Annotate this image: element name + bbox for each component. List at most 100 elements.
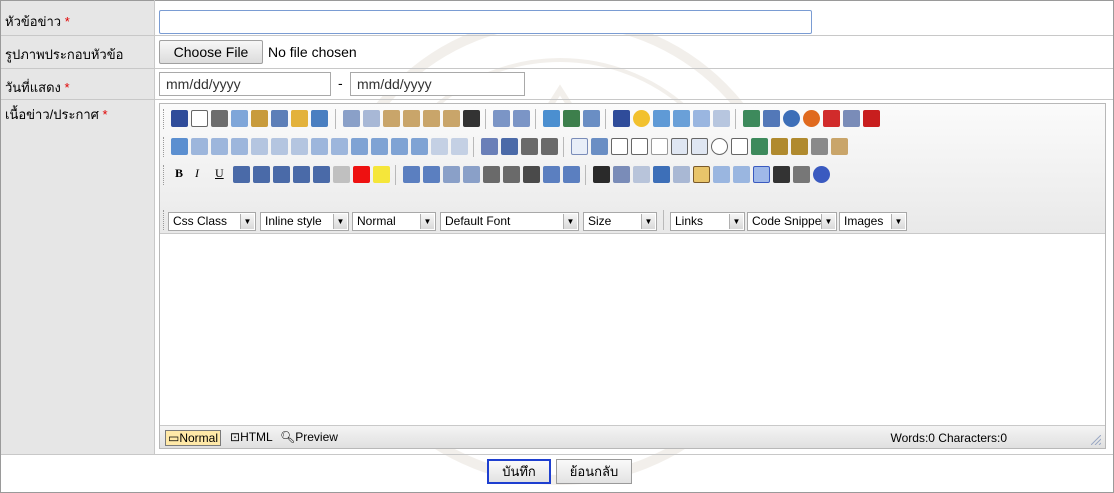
paste-html-icon[interactable]: [443, 110, 460, 127]
insert-table-icon[interactable]: [673, 110, 690, 127]
mode-normal-tab[interactable]: ▭Normal: [165, 430, 222, 446]
bring-forward-icon[interactable]: [713, 166, 730, 183]
start-date-input[interactable]: mm/dd/yyyy: [159, 72, 331, 96]
delete-icon[interactable]: [463, 110, 480, 127]
insert-flash-icon[interactable]: [783, 110, 800, 127]
paragraph-format-icon[interactable]: [501, 138, 518, 155]
ordered-list-icon[interactable]: [403, 166, 420, 183]
hand-cursor-icon[interactable]: [673, 166, 690, 183]
insert-column-right-icon[interactable]: [271, 138, 288, 155]
code-snippet-dropdown[interactable]: Code Snippet ▼: [747, 212, 837, 231]
replace-icon[interactable]: [271, 110, 288, 127]
eraser-icon[interactable]: [333, 166, 350, 183]
insert-row-above-icon[interactable]: [191, 138, 208, 155]
title-input[interactable]: [159, 10, 812, 34]
edit-tag-icon[interactable]: [791, 138, 808, 155]
listbox-icon[interactable]: [691, 138, 708, 155]
insert-document-icon[interactable]: [843, 110, 860, 127]
bold-button[interactable]: B: [175, 166, 183, 181]
insert-cell-icon[interactable]: [311, 138, 328, 155]
css-class-dropdown[interactable]: Css Class ▼: [168, 212, 256, 231]
bullet-list-icon[interactable]: [423, 166, 440, 183]
anchor-icon[interactable]: [653, 166, 670, 183]
horizontal-line-icon[interactable]: [593, 166, 610, 183]
lowercase-icon[interactable]: [563, 166, 580, 183]
insert-column-left-icon[interactable]: [251, 138, 268, 155]
hidden-field-icon[interactable]: [651, 138, 668, 155]
align-center-icon[interactable]: [253, 166, 270, 183]
insert-link-icon[interactable]: [613, 166, 630, 183]
resize-grip-icon[interactable]: [1091, 435, 1101, 445]
merge-right-icon[interactable]: [351, 138, 368, 155]
copy-icon[interactable]: [363, 110, 380, 127]
template-icon[interactable]: [653, 110, 670, 127]
paragraph-icon[interactable]: [543, 110, 560, 127]
back-button[interactable]: ย้อนกลับ: [556, 459, 632, 484]
editor-content-area[interactable]: [160, 235, 1105, 425]
save-icon[interactable]: [171, 110, 188, 127]
find-icon[interactable]: [251, 110, 268, 127]
insert-media-icon[interactable]: [803, 110, 820, 127]
text-field-icon[interactable]: [611, 138, 628, 155]
undo-icon[interactable]: [493, 110, 510, 127]
select-all-icon[interactable]: [773, 166, 790, 183]
italic-button[interactable]: I: [195, 166, 199, 181]
image-button-icon[interactable]: [751, 138, 768, 155]
delete-cell-icon[interactable]: [331, 138, 348, 155]
table-icon[interactable]: [171, 138, 188, 155]
ltr-icon[interactable]: [521, 138, 538, 155]
justify-icon[interactable]: [293, 166, 310, 183]
print-icon[interactable]: [211, 110, 228, 127]
send-backward-icon[interactable]: [733, 166, 750, 183]
merge-down-icon[interactable]: [371, 138, 388, 155]
insert-form-icon[interactable]: [693, 110, 710, 127]
save-button[interactable]: บันทึก: [487, 459, 551, 484]
insert-row-below-icon[interactable]: [211, 138, 228, 155]
strikethrough-icon[interactable]: [523, 166, 540, 183]
images-dropdown[interactable]: Images ▼: [839, 212, 907, 231]
end-date-input[interactable]: mm/dd/yyyy: [350, 72, 525, 96]
insert-time-icon[interactable]: [583, 110, 600, 127]
align-none-icon[interactable]: [313, 166, 330, 183]
properties-icon[interactable]: [831, 138, 848, 155]
superscript-icon[interactable]: [483, 166, 500, 183]
outdent-icon[interactable]: [443, 166, 460, 183]
delete-column-icon[interactable]: [291, 138, 308, 155]
backcolor-icon[interactable]: [373, 166, 390, 183]
show-grid-icon[interactable]: [753, 166, 770, 183]
insert-layer-icon[interactable]: [591, 138, 608, 155]
textarea-icon[interactable]: [671, 138, 688, 155]
insert-date-icon[interactable]: [563, 110, 580, 127]
pointer-icon[interactable]: [793, 166, 810, 183]
paste-text-icon[interactable]: [403, 110, 420, 127]
unlink-icon[interactable]: [633, 166, 650, 183]
paste-icon[interactable]: [383, 110, 400, 127]
insert-image-icon[interactable]: [743, 110, 760, 127]
rtl-icon[interactable]: [541, 138, 558, 155]
horizontal-rule-icon[interactable]: [811, 138, 828, 155]
delete-row-icon[interactable]: [231, 138, 248, 155]
print-preview-icon[interactable]: [231, 110, 248, 127]
insert-box-icon[interactable]: [571, 138, 588, 155]
mode-html-tab[interactable]: ⊡HTML: [230, 430, 273, 444]
forecolor-icon[interactable]: [353, 166, 370, 183]
split-column-icon[interactable]: [431, 138, 448, 155]
toggle-border-icon[interactable]: [693, 166, 710, 183]
redo-icon[interactable]: [513, 110, 530, 127]
checkbox-icon[interactable]: [731, 138, 748, 155]
font-family-dropdown[interactable]: Default Font ▼: [440, 212, 579, 231]
split-row-icon[interactable]: [411, 138, 428, 155]
align-right-icon[interactable]: [273, 166, 290, 183]
uppercase-icon[interactable]: [543, 166, 560, 183]
insert-code-icon[interactable]: [481, 138, 498, 155]
subscript-icon[interactable]: [503, 166, 520, 183]
image-editor-icon[interactable]: [763, 110, 780, 127]
align-left-icon[interactable]: [233, 166, 250, 183]
cell-properties-icon[interactable]: [451, 138, 468, 155]
split-cell-icon[interactable]: [391, 138, 408, 155]
emoticon-icon[interactable]: [633, 110, 650, 127]
clean-icon[interactable]: [291, 110, 308, 127]
password-field-icon[interactable]: [631, 138, 648, 155]
insert-xml-icon[interactable]: [713, 110, 730, 127]
spellcheck-icon[interactable]: [311, 110, 328, 127]
